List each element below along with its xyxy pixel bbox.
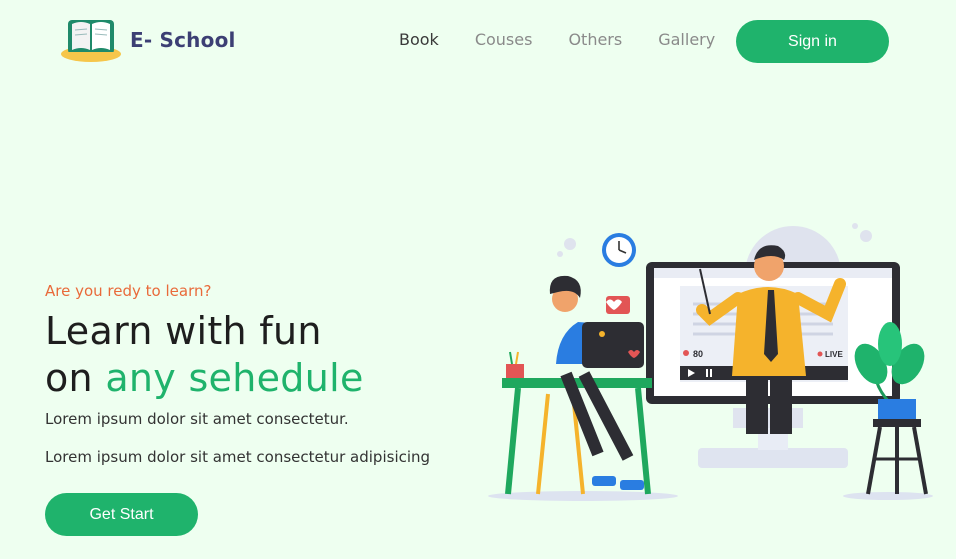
- hero-title-prefix: on: [45, 356, 106, 400]
- online-learning-illustration: 80 LIVE: [488, 223, 933, 501]
- clock-icon: [602, 233, 636, 267]
- hero-paragraph-2: Lorem ipsum dolor sit amet consectetur a…: [45, 448, 431, 466]
- hero-paragraph-1: Lorem ipsum dolor sit amet consectetur.: [45, 410, 349, 428]
- live-badge: LIVE: [825, 350, 843, 359]
- nav-item-courses[interactable]: Couses: [475, 30, 533, 49]
- book-logo-icon: [61, 20, 121, 62]
- hero-title-line2: on any sehedule: [45, 355, 475, 402]
- nav-menu: Book Couses Others Gallery: [399, 30, 751, 49]
- hero-title: Learn with fun on any sehedule: [45, 308, 475, 402]
- hero-title-line1: Learn with fun: [45, 309, 322, 353]
- top-navbar: E- School Book Couses Others Gallery Sig…: [0, 0, 956, 80]
- plant: [854, 322, 928, 495]
- corner-fragment: [942, 529, 956, 559]
- hero-title-highlight: any sehedule: [105, 356, 364, 400]
- nav-item-gallery[interactable]: Gallery: [658, 30, 715, 49]
- viewer-count: 80: [693, 349, 703, 359]
- logo[interactable]: E- School: [60, 14, 236, 66]
- get-start-button[interactable]: Get Start: [45, 493, 198, 536]
- nav-item-others[interactable]: Others: [568, 30, 622, 49]
- brand-name: E- School: [130, 28, 236, 52]
- student-desk: [502, 275, 652, 495]
- sign-in-button[interactable]: Sign in: [736, 20, 889, 63]
- nav-item-book[interactable]: Book: [399, 30, 439, 49]
- hero-eyebrow: Are you redy to learn?: [45, 282, 212, 300]
- hero-section: Are you redy to learn? Learn with fun on…: [45, 282, 475, 466]
